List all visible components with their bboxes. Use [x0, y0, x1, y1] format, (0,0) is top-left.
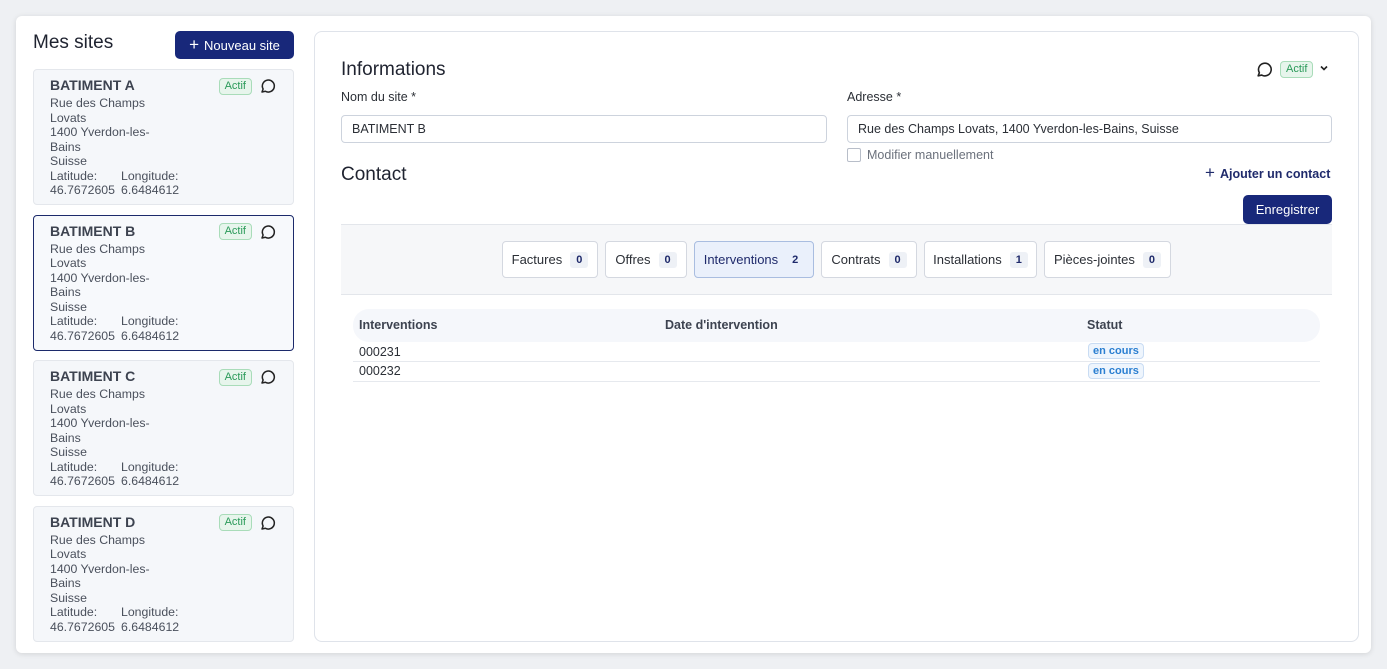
comment-icon[interactable] [259, 368, 277, 386]
country-line: Suisse [50, 299, 87, 314]
contact-heading: Contact [341, 164, 407, 185]
add-contact-label: Ajouter un contact [1219, 166, 1331, 181]
site-card-d[interactable]: BATIMENT D Actif Rue des Champs Lovats 1… [33, 505, 294, 642]
tab-interventions[interactable]: Interventions 2 [694, 241, 814, 278]
longitude-label: Longitude: [121, 168, 179, 183]
status-badge: Actif [218, 223, 252, 240]
status-badge: Actif [218, 368, 252, 386]
new-site-button[interactable]: + Nouveau site [175, 31, 294, 59]
address-input[interactable] [847, 115, 1332, 143]
table-header [353, 309, 1320, 342]
save-button[interactable]: Enregistrer [1243, 195, 1332, 224]
comment-icon[interactable] [259, 77, 277, 95]
site-card-a[interactable]: BATIMENT A Actif Rue des Champs Lovats 1… [33, 69, 294, 205]
manual-edit-label: Modifier manuellement [867, 148, 994, 162]
site-card-b[interactable]: BATIMENT B Actif Rue des Champs Lovats 1… [33, 214, 294, 351]
address-line: Lovats [50, 256, 87, 270]
manual-edit-checkbox[interactable] [847, 148, 861, 162]
column-header-interventions[interactable]: Interventions [359, 318, 438, 332]
tab-contrats[interactable]: Contrats 0 [821, 241, 917, 278]
intervention-id[interactable]: 000231 [359, 345, 401, 359]
address-line: Rue des Champs [50, 387, 146, 401]
tab-label: Offres [615, 252, 651, 267]
column-header-status[interactable]: Statut [1087, 318, 1122, 332]
plus-icon: + [189, 34, 200, 54]
status-badge: Actif [1280, 61, 1314, 78]
sites-title: Mes sites [33, 32, 114, 53]
status-badge: Actif [218, 514, 252, 531]
tab-label: Pièces-jointes [1053, 252, 1135, 267]
address-line: Rue des Champs [50, 96, 146, 110]
intervention-id[interactable]: 000232 [359, 364, 401, 378]
status-badge: Actif [218, 77, 252, 95]
comment-icon[interactable] [259, 514, 277, 532]
longitude-label: Longitude: [121, 459, 179, 474]
address-label: Adresse * [847, 90, 902, 104]
tab-pieces-jointes[interactable]: Pièces-jointes 0 [1044, 241, 1171, 278]
tab-factures[interactable]: Factures 0 [502, 241, 598, 278]
tab-label: Contrats [831, 252, 881, 267]
country-line: Suisse [50, 154, 87, 168]
tab-offres[interactable]: Offres 0 [605, 241, 687, 278]
latitude-value: 46.7672605 [50, 183, 115, 197]
status-badge: en cours [1088, 363, 1144, 379]
tab-count: 0 [570, 251, 589, 268]
country-line: Suisse [50, 590, 87, 605]
latitude-value: 46.7672605 [50, 474, 115, 488]
site-name-label: Nom du site * [341, 90, 417, 104]
city-line: 1400 Yverdon-les- [50, 270, 150, 285]
latitude-label: Latitude: [50, 605, 98, 619]
longitude-label: Longitude: [121, 314, 179, 328]
table-row[interactable] [353, 362, 1320, 382]
city-line: Bains [50, 139, 81, 154]
tab-count: 0 [658, 251, 677, 268]
address-line: Rue des Champs [50, 241, 146, 256]
longitude-value: 6.6484612 [121, 474, 180, 488]
latitude-label: Latitude: [50, 314, 98, 328]
address-line: Rue des Champs [50, 532, 146, 547]
latitude-label: Latitude: [50, 459, 98, 474]
tab-installations[interactable]: Installations 1 [924, 241, 1037, 278]
city-line: 1400 Yverdon-les- [50, 416, 150, 430]
manual-edit-row: Modifier manuellement [847, 148, 993, 162]
comment-icon[interactable] [1255, 60, 1274, 79]
city-line: Bains [50, 576, 81, 590]
informations-heading: Informations [341, 59, 446, 80]
site-list: BATIMENT A Actif Rue des Champs Lovats 1… [33, 69, 294, 651]
site-status-control[interactable]: Actif [1255, 60, 1329, 79]
tab-count: 2 [792, 253, 799, 266]
address-line: Lovats [50, 110, 87, 125]
tab-count: 0 [888, 251, 907, 268]
plus-icon: + [1205, 163, 1215, 182]
tab-count: 0 [1142, 251, 1162, 268]
longitude-value: 6.6484612 [121, 328, 180, 343]
latitude-value: 46.7672605 [50, 619, 115, 634]
city-line: Bains [50, 285, 81, 299]
tab-label: Installations [933, 252, 1002, 267]
tab-count: 1 [1009, 251, 1028, 268]
city-line: 1400 Yverdon-les- [50, 561, 150, 576]
city-line: Bains [50, 430, 81, 445]
new-site-label: Nouveau site [204, 37, 280, 53]
tab-label: Interventions [703, 252, 779, 267]
longitude-value: 6.6484612 [121, 183, 180, 197]
site-name-input[interactable] [341, 115, 827, 143]
tab-label: Factures [511, 252, 563, 267]
address-line: Lovats [50, 401, 87, 416]
country-line: Suisse [50, 445, 87, 459]
latitude-label: Latitude: [50, 168, 98, 183]
table-row[interactable] [353, 342, 1320, 362]
chevron-down-icon[interactable] [1319, 63, 1329, 76]
column-header-date[interactable]: Date d'intervention [665, 318, 778, 332]
status-badge: en cours [1088, 343, 1144, 359]
longitude-value: 6.6484612 [121, 619, 180, 634]
longitude-label: Longitude: [121, 605, 179, 619]
city-line: 1400 Yverdon-les- [50, 125, 150, 139]
comment-icon[interactable] [259, 223, 277, 241]
address-line: Lovats [50, 547, 87, 561]
latitude-value: 46.7672605 [50, 328, 115, 343]
add-contact-link[interactable]: + Ajouter un contact [1205, 163, 1331, 182]
site-card-c[interactable]: BATIMENT C Actif Rue des Champs Lovats 1… [33, 360, 294, 496]
